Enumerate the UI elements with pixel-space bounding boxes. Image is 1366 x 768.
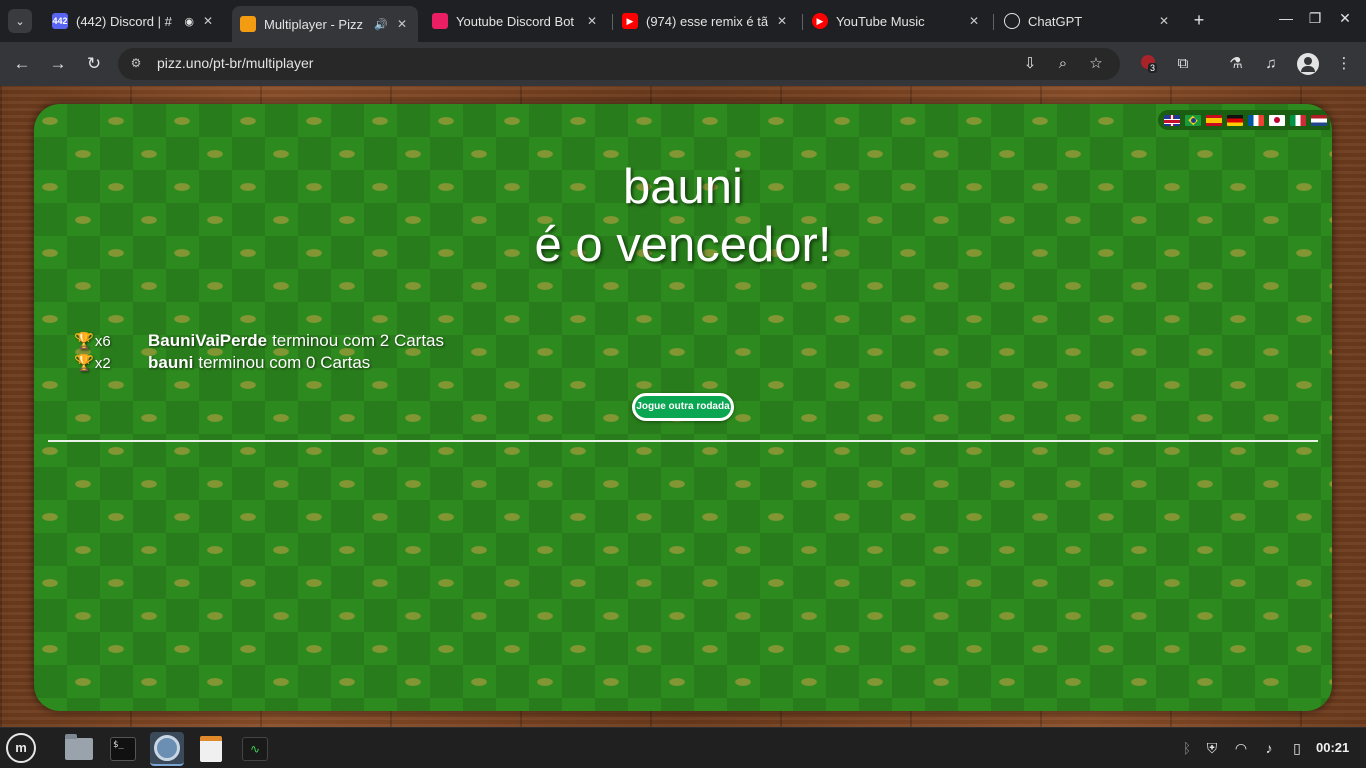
extension-badge-icon[interactable]: 3 [1139,54,1159,74]
trophy-icon: 🏆 [74,333,94,350]
tab-title: Youtube Discord Bot [456,13,575,29]
mint-menu-icon[interactable]: m [6,733,36,763]
wifi-icon[interactable]: ◠ [1232,739,1250,757]
close-icon[interactable]: ✕ [966,14,982,28]
forward-button[interactable]: → [46,52,70,76]
tab-strip: ⌄ 442 (442) Discord | # ◉ ✕ Multiplayer … [0,0,1366,42]
flag-japan-icon[interactable] [1269,114,1285,126]
tab-separator [993,14,994,30]
player-name: BauniVaiPerde [148,331,268,350]
back-button[interactable]: ← [10,52,34,76]
player-result: terminou com 0 Cartas [198,353,371,372]
terminal-icon: $_ [110,737,136,761]
win-count: x6 [94,332,111,350]
url-text[interactable]: pizz.uno/pt-br/multiplayer [157,55,313,71]
taskbar: m $_ ∿ ᛒ ⛨ ◠ ♪ ▯ 00:21 [0,727,1366,768]
tab-title: YouTube Music [836,13,925,29]
flag-netherlands-icon[interactable] [1311,114,1327,126]
bookmark-star-icon[interactable]: ☆ [1086,54,1106,74]
media-control-icon[interactable]: ♫ [1259,52,1283,76]
reload-button[interactable]: ↻ [82,52,106,76]
address-bar[interactable]: ⚙ pizz.uno/pt-br/multiplayer ⇩ ⌕ ☆ [118,48,1120,80]
close-icon[interactable]: ✕ [394,17,410,31]
result-row: 🏆 x6 BauniVaiPerde terminou com 2 Cartas [74,330,444,352]
close-icon[interactable]: ✕ [1156,14,1172,28]
tab-separator [802,14,803,30]
new-tab-button[interactable]: + [1189,10,1209,30]
page-wood-background: bauni é o vencedor! 🏆 x6 BauniVaiPerde t… [0,86,1366,727]
youtube-music-icon: ▶ [812,13,828,29]
tab-youtube-discord-bot[interactable]: Youtube Discord Bot ✕ [424,6,608,36]
system-monitor-app[interactable]: ∿ [238,732,272,766]
result-row: 🏆 x2 bauni terminou com 0 Cartas [74,352,444,374]
menu-kebab-icon[interactable]: ⋮ [1332,52,1356,76]
tab-search-button[interactable]: ⌄ [8,9,32,33]
minimize-button[interactable]: — [1276,10,1296,26]
discord-icon: 442 [52,13,68,29]
tab-title: ChatGPT [1028,13,1083,29]
divider [48,440,1318,442]
flag-italy-icon[interactable] [1290,114,1306,126]
install-app-icon[interactable]: ⇩ [1020,54,1040,74]
tab-discord[interactable]: 442 (442) Discord | # ◉ ✕ [44,6,224,36]
music-note-icon[interactable]: ♪ [1260,739,1278,757]
player-result: terminou com 2 Cartas [272,331,445,350]
close-icon[interactable]: ✕ [774,14,790,28]
tab-favicon-icon [432,13,448,29]
flag-germany-icon[interactable] [1227,114,1243,126]
browser-toolbar: ← → ↻ ⚙ pizz.uno/pt-br/multiplayer ⇩ ⌕ ☆… [0,42,1366,86]
winner-announcement: bauni é o vencedor! [34,158,1332,274]
winner-name: bauni [623,160,743,214]
folder-icon [65,734,93,760]
zoom-icon[interactable]: ⌕ [1053,54,1073,74]
close-window-button[interactable]: ✕ [1335,10,1355,27]
chatgpt-icon [1004,13,1020,29]
site-info-icon[interactable]: ⚙ [128,56,144,72]
profile-avatar[interactable] [1297,53,1319,75]
extensions-puzzle-icon[interactable]: ⧉ [1171,52,1195,76]
pizza-icon [240,16,256,32]
flag-brazil-icon[interactable] [1185,114,1201,126]
labs-flask-icon[interactable]: ⚗ [1224,52,1248,76]
flag-france-icon[interactable] [1248,114,1264,126]
winner-text: é o vencedor! [534,218,832,272]
tab-separator [612,14,613,30]
win-count: x2 [94,354,111,372]
tab-multiplayer[interactable]: Multiplayer - Pizz 🔊 ✕ [232,6,418,42]
bluetooth-icon[interactable]: ᛒ [1178,739,1196,757]
close-icon[interactable]: ✕ [200,14,216,28]
chrome-app[interactable] [150,732,184,766]
clock[interactable]: 00:21 [1316,740,1349,755]
text-editor-app[interactable] [194,732,228,766]
tab-title: (974) esse remix é tã [646,13,768,29]
chrome-icon [154,735,180,761]
tab-chatgpt[interactable]: ChatGPT ✕ [996,6,1180,36]
tab-title: (442) Discord | # [76,13,172,29]
player-name: bauni [148,353,194,372]
files-app[interactable] [62,732,96,766]
trophy-icon: 🏆 [74,355,94,372]
terminal-app[interactable]: $_ [106,732,140,766]
results-list: 🏆 x6 BauniVaiPerde terminou com 2 Cartas… [74,330,444,374]
shield-icon[interactable]: ⛨ [1203,739,1221,757]
play-again-button[interactable]: Jogue outra rodada [632,393,734,421]
close-icon[interactable]: ✕ [584,14,600,28]
tab-youtube-video[interactable]: ▶ (974) esse remix é tã ✕ [614,6,798,36]
battery-icon[interactable]: ▯ [1288,739,1306,757]
language-selector [1158,110,1330,130]
recording-icon: ◉ [184,15,194,28]
audio-playing-icon[interactable]: 🔊 [374,18,388,31]
youtube-icon: ▶ [622,13,638,29]
flag-uk-icon[interactable] [1164,114,1180,126]
game-table: bauni é o vencedor! 🏆 x6 BauniVaiPerde t… [34,104,1332,711]
flag-spain-icon[interactable] [1206,114,1222,126]
system-monitor-icon: ∿ [242,737,268,761]
text-editor-icon [200,736,222,762]
maximize-button[interactable]: ❐ [1305,10,1325,27]
extension-badge-count: 3 [1148,63,1158,73]
tab-youtube-music[interactable]: ▶ YouTube Music ✕ [804,6,990,36]
tab-title: Multiplayer - Pizz [264,16,363,32]
